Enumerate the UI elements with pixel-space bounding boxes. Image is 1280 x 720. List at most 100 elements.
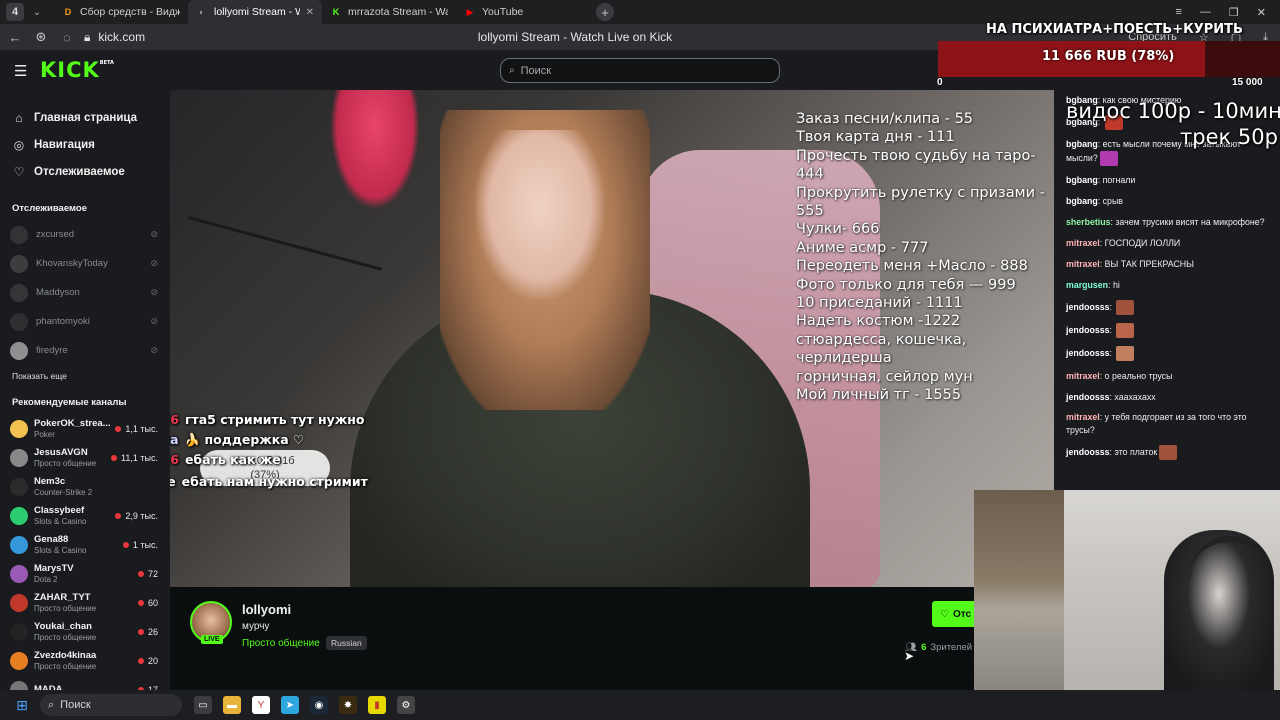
main-nav: ⌂ Главная страница ◎ Навигация ♡ Отслеживаемо… — [0, 90, 170, 185]
avatar — [10, 593, 28, 612]
show-more-link[interactable]: Показать еще — [0, 371, 170, 381]
recommended-channel[interactable]: MarysTV Dota 2 72 — [0, 559, 170, 588]
sidebar-nav-item[interactable]: ⌂ Главная страница — [0, 104, 170, 131]
recommended-channel[interactable]: PokerOK_strea... Poker 1,1 тыс. — [0, 414, 170, 443]
new-tab-button[interactable]: + — [596, 3, 614, 21]
chat-username[interactable]: mitraxel — [1066, 412, 1100, 422]
live-dot-icon — [111, 454, 118, 461]
chat-username[interactable]: sherbetius — [1066, 217, 1111, 227]
browser-tab[interactable]: ▶ YouTube — [456, 0, 590, 24]
telegram-icon[interactable]: ➤ — [281, 696, 299, 714]
avatar — [10, 506, 28, 525]
sidebar-nav-item[interactable]: ♡ Отслеживаемое — [0, 158, 170, 185]
chat-username[interactable]: jendoosss — [1066, 447, 1110, 457]
menu-line: Переодеть меня +Масло - 888 — [796, 258, 1028, 275]
recommended-channel[interactable]: Gena88 Slots & Casino 1 тыс. — [0, 530, 170, 559]
followed-channel[interactable]: firedyre ⊘ — [0, 336, 170, 365]
recommended-channel[interactable]: MADA 17 — [0, 675, 170, 690]
close-icon[interactable]: ✕ — [1257, 6, 1266, 19]
chat-text: погнали — [1102, 175, 1136, 186]
minimize-icon[interactable]: — — [1200, 6, 1211, 18]
kick-logo[interactable]: KICKBETA — [40, 58, 114, 82]
recommended-channel[interactable]: Youkai_chan Просто общение 26 — [0, 617, 170, 646]
recommended-channel[interactable]: Nem3c Counter-Strike 2 — [0, 472, 170, 501]
followed-channel[interactable]: KhovanskyToday ⊘ — [0, 249, 170, 278]
channel-category: Counter-Strike 2 — [34, 487, 93, 497]
obs-app-icon[interactable]: ✸ — [339, 696, 357, 714]
channel-name: PokerOK_strea... — [34, 417, 111, 429]
overlay-chat-text: ебать как же — [184, 452, 281, 467]
chat-username[interactable]: mitraxel — [1066, 259, 1100, 269]
chat-username[interactable]: bgbang — [1066, 196, 1098, 206]
chat-username[interactable]: bgbang — [1066, 175, 1098, 185]
chat-username[interactable]: jendoosss — [1066, 325, 1110, 335]
chat-emote-icon — [1116, 299, 1135, 315]
hamburger-menu-icon[interactable]: ☰ — [14, 62, 27, 80]
viewer-count: 60 — [137, 598, 158, 608]
channel-name: Youkai_chan — [34, 620, 92, 632]
chat-username[interactable]: jendoosss — [1066, 301, 1110, 311]
recommended-channel[interactable]: Classybeef Slots & Casino 2,9 тыс. — [0, 501, 170, 530]
browser-tab[interactable]: D Сбор средств - Виджеты — [54, 0, 188, 24]
chat-message: bgbang: срыв — [1066, 196, 1123, 207]
menu-icon[interactable]: ≡ — [1175, 6, 1181, 18]
recommended-channel[interactable]: ZAHAR_TYT Просто общение 60 — [0, 588, 170, 617]
overlay-chat-text: ебать нам нужно стримит — [181, 474, 368, 489]
recommended-channel[interactable]: Zvezdo4kinaa Просто общение 20 — [0, 646, 170, 675]
live-dot-icon — [137, 628, 144, 635]
folder-icon[interactable]: ▬ — [223, 696, 241, 714]
task-view-icon[interactable]: ▭ — [194, 696, 212, 714]
browser-tab[interactable]: ◐ lollyomi Stream - Watch ✕ — [188, 0, 322, 24]
channel-category: Poker — [34, 429, 55, 439]
tab-count-button[interactable]: 4 — [6, 3, 24, 21]
video-player[interactable]: Заказ песни/клипа - 55 Твоя карта дня - 1… — [170, 90, 1054, 587]
chat-username[interactable]: jendoosss — [1066, 392, 1110, 402]
tab-favicon-icon: K — [332, 7, 340, 17]
channel-name: KhovanskyToday — [36, 258, 108, 269]
language-tag[interactable]: Russian — [326, 636, 367, 650]
taskbar-search[interactable]: ⌕ Поиск — [40, 694, 182, 716]
chat-emote-icon — [1159, 444, 1178, 460]
chat-emote-icon — [1116, 322, 1135, 338]
followed-heading: Отслеживаемое — [12, 203, 87, 214]
chat-username[interactable]: mitraxel — [1066, 238, 1100, 248]
overlay-chat-line: Emelevich96 гта5 стримить тут нужно — [170, 412, 365, 427]
windows-start-icon[interactable]: ⊞ — [12, 697, 32, 714]
streamer-name[interactable]: lollyomi — [242, 602, 291, 617]
tab-close-icon[interactable]: ✕ — [306, 7, 314, 18]
channel-text: Classybeef Slots & Casino — [34, 505, 86, 527]
followed-channel[interactable]: phantomyoki ⊘ — [0, 307, 170, 336]
heart-icon: ♡ — [13, 164, 25, 179]
recommended-channel[interactable]: JesusAVGN Просто общение 11,1 тыс. — [0, 443, 170, 472]
tab-label: lollyomi Stream - Watch — [214, 6, 300, 18]
followed-channel[interactable]: Maddyson ⊘ — [0, 278, 170, 307]
stream-category[interactable]: Просто общение — [242, 638, 320, 649]
avatar — [10, 254, 28, 273]
followed-channel[interactable]: zxcursed ⊘ — [0, 220, 170, 249]
overlay-chat-user: last00chka — [170, 432, 179, 447]
chat-emote-icon — [1116, 346, 1135, 362]
stream-info: LIVE lollyomi мурчу Просто общение Russi… — [170, 587, 1054, 690]
sidebar-nav-item[interactable]: ◎ Навигация — [0, 131, 170, 158]
maximize-icon[interactable]: ❐ — [1229, 6, 1239, 19]
chat-username[interactable]: bgbang — [1066, 139, 1098, 149]
chat-username[interactable]: mitraxel — [1066, 371, 1100, 381]
overlay-chat-user: Emelevich96 — [170, 452, 179, 467]
price-track: трек 50р — [1180, 125, 1278, 149]
yandex-browser-icon[interactable]: Y — [252, 696, 270, 714]
chat-username[interactable]: margusen — [1066, 280, 1108, 290]
chat-username[interactable]: jendoosss — [1066, 348, 1110, 358]
menu-line: Фото только для тебя — 999 — [796, 276, 1016, 293]
avatar — [10, 225, 28, 244]
bars-app-icon[interactable]: ▮ — [368, 696, 386, 714]
settings-app-icon[interactable]: ⚙ — [397, 696, 415, 714]
search-input[interactable] — [520, 64, 751, 77]
webcam-overlay — [974, 490, 1280, 690]
chat-message: mitraxel: о реально трусы — [1066, 370, 1173, 381]
channel-category: Просто общение — [34, 632, 97, 642]
chat-text: зачем трусики висят на микрофоне? — [1115, 216, 1265, 227]
steam-icon[interactable]: ◉ — [310, 696, 328, 714]
goal-min: 0 — [937, 77, 943, 88]
chevron-down-icon[interactable]: ⌄ — [28, 3, 46, 21]
browser-tab[interactable]: Kmrrazota Stream - Watch — [322, 0, 456, 24]
